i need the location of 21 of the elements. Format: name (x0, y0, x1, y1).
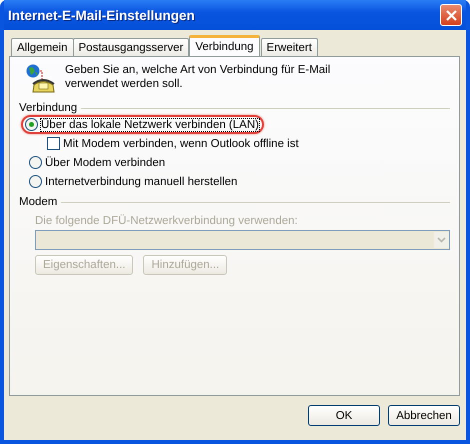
close-button[interactable] (440, 4, 462, 26)
option-label: Mit Modem verbinden, wenn Outlook offline ist (63, 138, 299, 150)
intro-text: Geben Sie an, welche Art von Verbindung für E-Mail verwendet werden soll. (65, 63, 332, 91)
window-title: Internet-E-Mail-Einstellungen (8, 8, 195, 22)
radio-button[interactable] (25, 118, 38, 131)
checkbox[interactable] (47, 137, 60, 150)
dialog-button[interactable]: OK (308, 405, 380, 426)
group-title: Verbindung (19, 102, 78, 114)
radio-button[interactable] (29, 156, 42, 169)
option-label: Internetverbindung manuell herstellen (45, 176, 238, 188)
tab[interactable]: Erweitert (260, 38, 318, 56)
option-label: Über das lokale Netzwerk verbinden (LAN) (41, 118, 259, 130)
tab[interactable]: Verbindung (189, 35, 260, 56)
close-icon (446, 10, 456, 20)
tab[interactable]: Allgemein (11, 38, 74, 56)
field-label: Die folgende DFÜ-Netzwerkverbindung verwenden: (35, 215, 299, 227)
dialog-button[interactable]: Abbrechen (388, 405, 460, 426)
option-label: Über Modem verbinden (45, 156, 166, 168)
tab[interactable]: Postausgangsserver (72, 38, 190, 56)
radio-button[interactable] (29, 175, 42, 188)
group-title: Modem (19, 196, 58, 208)
